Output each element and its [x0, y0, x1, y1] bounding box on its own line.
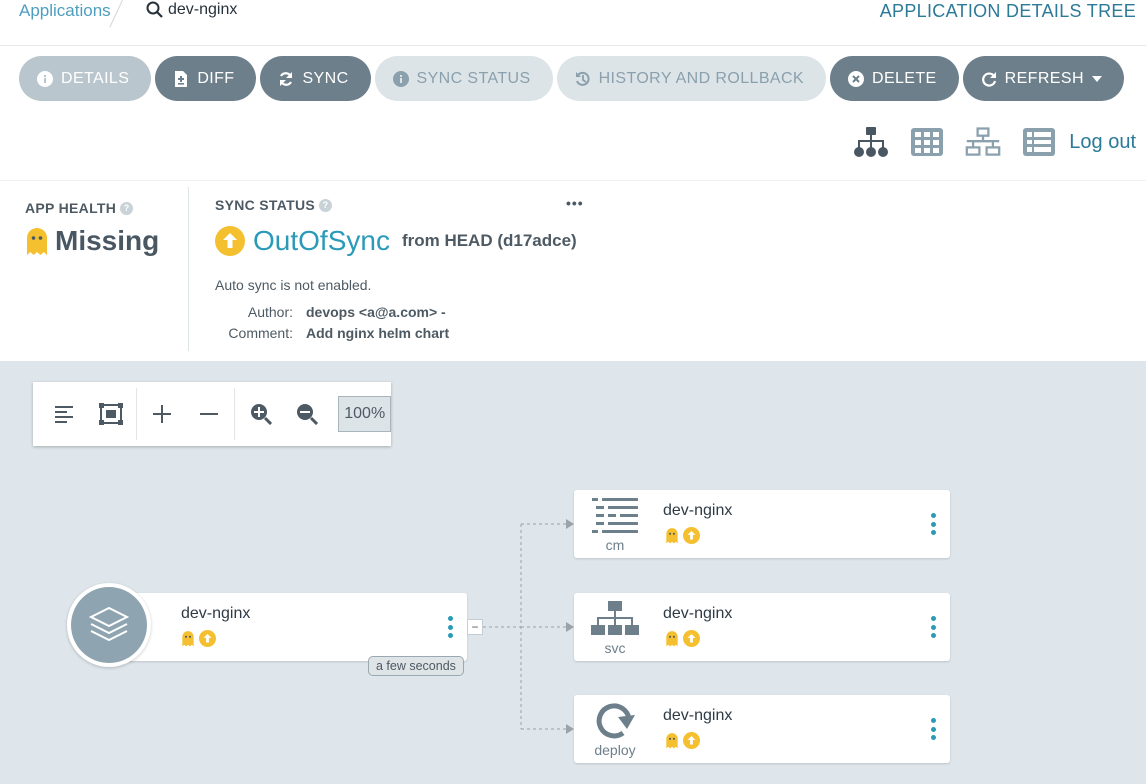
- sync-status-button-label: SYNC STATUS: [416, 69, 531, 87]
- refresh-button[interactable]: REFRESH: [962, 56, 1124, 101]
- arrow-circle-up-icon: [215, 226, 245, 256]
- author-key: Author:: [247, 304, 293, 320]
- resource-node-name: dev-nginx: [663, 502, 733, 519]
- ghost-icon: [666, 631, 678, 647]
- arrow-circle-up-icon: [683, 630, 700, 647]
- sync-revision[interactable]: from HEAD (d17adce): [402, 231, 577, 251]
- breadcrumb-current-label: dev-nginx: [168, 1, 238, 18]
- delete-button[interactable]: DELETE: [829, 56, 959, 101]
- app-health-text: Missing: [55, 225, 160, 256]
- panel-divider: [188, 187, 189, 351]
- configmap-icon: [592, 498, 638, 533]
- app-node-circle[interactable]: [67, 583, 151, 667]
- comment-value: Add nginx helm chart: [306, 325, 450, 341]
- author-value: devops <a@a.com> -: [306, 304, 446, 320]
- history-icon: [575, 71, 591, 87]
- ghost-icon: [182, 631, 194, 647]
- graph-edges: [483, 519, 574, 734]
- sync-icon: [278, 71, 294, 87]
- arrow-circle-up-icon: [683, 527, 700, 544]
- history-rollback-button[interactable]: HISTORY AND ROLLBACK: [556, 56, 826, 101]
- info-icon: [37, 70, 53, 87]
- sync-status-label: SYNC STATUS ?: [215, 197, 333, 213]
- pods-view-icon[interactable]: [909, 126, 945, 158]
- action-bar: DETAILS DIFF SYNC SYNC STATUS HISTORY AN…: [19, 56, 1124, 101]
- resource-kind: svc: [584, 599, 646, 661]
- view-toggles: Log out: [853, 126, 1136, 158]
- sync-status-text: OutOfSync: [253, 225, 390, 256]
- refresh-icon: [981, 71, 997, 87]
- details-button-label: DETAILS: [61, 69, 130, 87]
- resource-node-configmap[interactable]: cm dev-nginx: [574, 490, 950, 558]
- diff-button[interactable]: DIFF: [155, 56, 257, 101]
- resource-kind: cm: [584, 496, 646, 558]
- times-circle-icon: [847, 70, 864, 87]
- breadcrumb-separator: [109, 0, 123, 28]
- ghost-icon: [666, 733, 678, 749]
- tree-view-icon[interactable]: [853, 126, 889, 158]
- file-diff-icon: [173, 70, 189, 87]
- resource-node-status: [665, 630, 700, 647]
- resource-kind-label: deploy: [594, 742, 636, 758]
- app-node[interactable]: dev-nginx: [110, 593, 467, 661]
- sync-button-label: SYNC: [302, 69, 349, 87]
- resource-kind: deploy: [584, 701, 646, 763]
- delete-button-label: DELETE: [871, 69, 937, 87]
- arrow-circle-up-icon: [683, 732, 700, 749]
- service-icon: [591, 601, 639, 635]
- resource-node-name: dev-nginx: [663, 605, 733, 622]
- collapse-node-button[interactable]: −: [467, 619, 483, 635]
- resource-node-status: [665, 527, 700, 544]
- resource-node-status: [665, 732, 700, 749]
- app-health-value: Missing: [25, 225, 159, 257]
- app-health-label-text: APP HEALTH: [25, 200, 117, 216]
- caret-down-icon: [1091, 70, 1102, 88]
- node-menu-icon[interactable]: [928, 714, 938, 744]
- sync-status-label-text: SYNC STATUS: [215, 197, 316, 213]
- resource-graph: 100% dev-nginx − a few seconds cm dev-ng…: [0, 361, 1146, 784]
- node-menu-icon[interactable]: [928, 612, 938, 642]
- more-options-icon[interactable]: •••: [566, 195, 584, 211]
- ghost-icon: [27, 228, 47, 255]
- list-view-icon[interactable]: [1021, 126, 1057, 158]
- status-panel: APP HEALTH ? Missing SYNC STATUS ? ••• O…: [0, 180, 1146, 361]
- diff-button-label: DIFF: [197, 69, 235, 87]
- help-icon[interactable]: ?: [120, 201, 134, 215]
- auto-sync-note: Auto sync is not enabled.: [215, 277, 372, 293]
- history-rollback-button-label: HISTORY AND ROLLBACK: [598, 69, 804, 87]
- search-icon: [146, 1, 163, 18]
- resource-node-deployment[interactable]: deploy dev-nginx: [574, 695, 950, 763]
- resource-node-name: dev-nginx: [663, 707, 733, 724]
- help-icon[interactable]: ?: [319, 198, 333, 212]
- app-health-label: APP HEALTH ?: [25, 200, 134, 216]
- layers-icon: [89, 606, 129, 642]
- sync-status-button[interactable]: SYNC STATUS: [374, 56, 553, 101]
- page-title: APPLICATION DETAILS TREE: [879, 1, 1136, 21]
- resource-kind-label: svc: [604, 640, 626, 656]
- commit-meta-values: devops <a@a.com> - Add nginx helm chart: [306, 302, 449, 344]
- details-button[interactable]: DETAILS: [19, 56, 152, 101]
- node-menu-icon[interactable]: [928, 509, 938, 539]
- logout-link[interactable]: Log out: [1069, 131, 1136, 154]
- sync-status-value: OutOfSync from HEAD (d17adce): [215, 225, 577, 257]
- app-node-name: dev-nginx: [181, 605, 251, 622]
- deployment-icon: [596, 703, 635, 739]
- breadcrumb-current[interactable]: dev-nginx: [146, 1, 237, 19]
- resource-node-service[interactable]: svc dev-nginx: [574, 593, 950, 661]
- sync-button[interactable]: SYNC: [260, 56, 371, 101]
- node-menu-icon[interactable]: [445, 612, 455, 642]
- node-age-badge: a few seconds: [368, 656, 464, 676]
- ghost-icon: [666, 528, 678, 544]
- breadcrumb-applications-link[interactable]: Applications: [19, 1, 111, 21]
- commit-meta-keys: Author: Comment:: [200, 302, 293, 344]
- network-view-icon[interactable]: [965, 126, 1001, 158]
- app-node-status: [181, 630, 216, 647]
- top-bar: Applications dev-nginx APPLICATION DETAI…: [0, 0, 1146, 46]
- comment-key: Comment:: [228, 325, 293, 341]
- refresh-button-label: REFRESH: [1004, 69, 1084, 87]
- resource-kind-label: cm: [605, 537, 625, 553]
- info-icon: [392, 70, 409, 87]
- arrow-circle-up-icon: [199, 630, 216, 647]
